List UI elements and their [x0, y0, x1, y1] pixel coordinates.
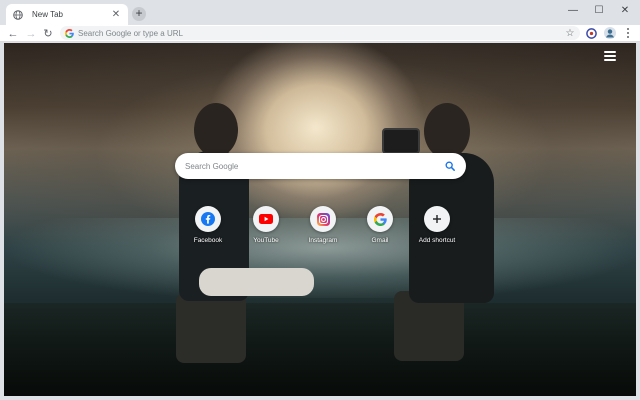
plus-icon: [424, 206, 450, 232]
add-shortcut-button[interactable]: Add shortcut: [409, 206, 465, 244]
search-input[interactable]: Search Google: [185, 162, 444, 171]
maximize-button[interactable]: ☐: [586, 2, 612, 18]
facebook-icon: [195, 206, 221, 232]
forward-button[interactable]: →: [24, 25, 38, 42]
background-camera: [382, 128, 420, 154]
customize-menu-icon[interactable]: [604, 51, 616, 61]
shortcut-gmail[interactable]: Gmail: [352, 206, 408, 244]
back-button[interactable]: ←: [6, 25, 20, 42]
omnibox[interactable]: Search Google or type a URL ☆: [60, 26, 580, 40]
search-icon[interactable]: [444, 160, 456, 172]
tab-new-tab[interactable]: New Tab ✕: [6, 4, 128, 25]
toolbar: ← → ↻ Search Google or type a URL ☆: [0, 25, 640, 42]
new-tab-page: Search Google Facebook YouTube Instagram: [4, 43, 636, 396]
shortcut-facebook[interactable]: Facebook: [180, 206, 236, 244]
shortcut-label: Gmail: [371, 237, 389, 244]
minimize-button[interactable]: —: [560, 2, 586, 18]
extension-icon[interactable]: [584, 26, 598, 40]
globe-icon: [12, 9, 24, 21]
google-icon: [64, 28, 74, 38]
background-ground: [4, 303, 636, 396]
chrome-menu-icon[interactable]: [622, 26, 634, 40]
profile-avatar-icon[interactable]: [603, 26, 617, 40]
background-person-right-head: [424, 103, 470, 159]
tab-strip: New Tab ✕ + — ☐ ✕: [0, 0, 640, 25]
shortcut-instagram[interactable]: Instagram: [295, 206, 351, 244]
instagram-icon: [310, 206, 336, 232]
close-tab-icon[interactable]: ✕: [110, 9, 122, 21]
shortcut-label: YouTube: [253, 237, 279, 244]
shortcut-label: Facebook: [193, 237, 223, 244]
omnibox-placeholder: Search Google or type a URL: [78, 28, 183, 38]
youtube-icon: [253, 206, 279, 232]
background-person-left-head: [194, 103, 238, 157]
shortcuts-grid: Facebook YouTube Instagram Gmail Add sho…: [174, 206, 474, 256]
tab-title: New Tab: [32, 10, 63, 19]
bookmark-star-icon[interactable]: ☆: [564, 26, 576, 40]
shortcut-label: Add shortcut: [418, 237, 456, 244]
google-icon: [367, 206, 393, 232]
background-stump-left: [176, 293, 246, 363]
close-window-button[interactable]: ✕: [612, 2, 638, 18]
new-tab-button[interactable]: +: [132, 7, 146, 21]
shortcut-label: Instagram: [308, 237, 338, 244]
search-box[interactable]: Search Google: [175, 153, 466, 179]
background-person-left-legs: [199, 268, 314, 296]
reload-button[interactable]: ↻: [41, 25, 55, 42]
shortcut-youtube[interactable]: YouTube: [238, 206, 294, 244]
